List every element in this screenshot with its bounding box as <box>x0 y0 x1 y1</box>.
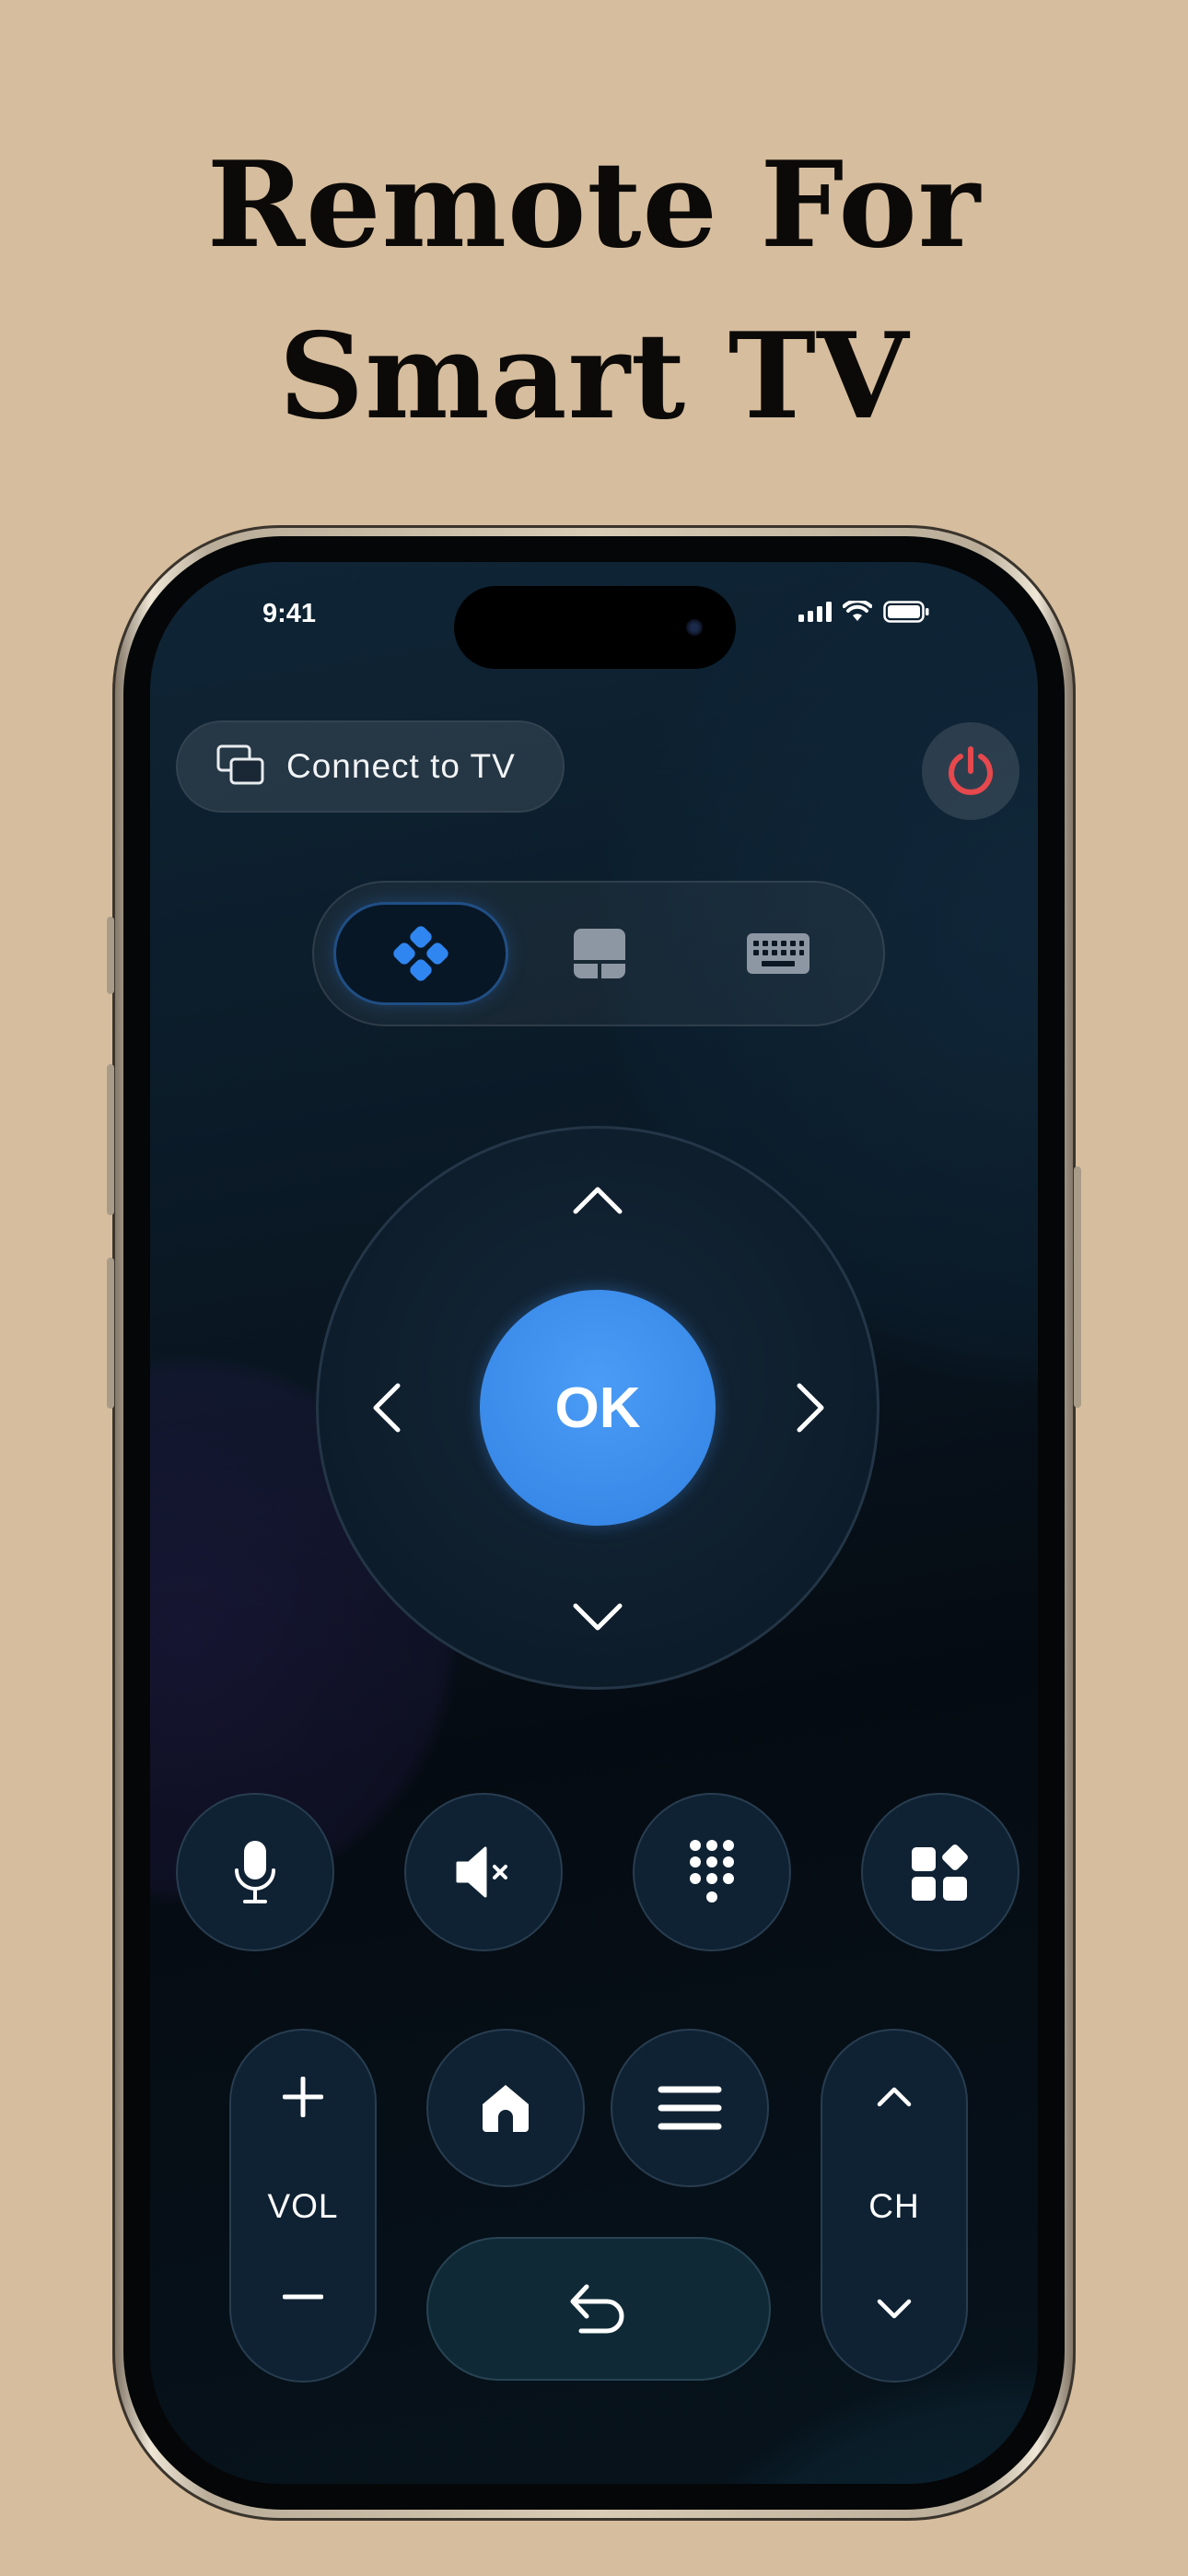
phone-volume-up-button <box>107 1064 114 1215</box>
mode-switcher <box>312 881 885 1026</box>
home-button[interactable] <box>426 2029 585 2187</box>
dpad: OK <box>316 1126 879 1690</box>
volume-up-button[interactable] <box>231 2077 375 2117</box>
channel-up-button[interactable] <box>822 2086 966 2108</box>
tab-keyboard[interactable] <box>693 905 863 1002</box>
chevron-down-icon <box>573 1603 623 1631</box>
phone-mute-switch <box>107 917 114 994</box>
chevron-down-icon <box>877 2299 912 2319</box>
back-icon <box>570 2284 624 2334</box>
numpad-button[interactable] <box>633 1793 791 1951</box>
numpad-icon <box>690 1840 734 1903</box>
channel-rocker: CH <box>821 2029 968 2383</box>
dpad-right-button[interactable] <box>783 1380 838 1435</box>
gamepad-icon <box>393 926 448 981</box>
camera-icon <box>686 619 703 636</box>
plus-icon <box>283 2077 323 2117</box>
menu-button[interactable] <box>611 2029 769 2187</box>
phone-screen: 9:41 Connect to TV OK VOL CH <box>150 562 1038 2484</box>
wifi-icon <box>843 601 872 621</box>
mute-button[interactable] <box>404 1793 563 1951</box>
cellular-signal-icon <box>798 602 832 622</box>
channel-down-button[interactable] <box>822 2298 966 2320</box>
power-icon <box>949 746 993 795</box>
ok-button[interactable]: OK <box>480 1290 716 1526</box>
dpad-down-button[interactable] <box>570 1589 625 1645</box>
phone-power-button <box>1074 1166 1081 1408</box>
dpad-up-button[interactable] <box>570 1173 625 1228</box>
menu-icon <box>658 2086 722 2130</box>
tab-dpad[interactable] <box>336 905 506 1002</box>
microphone-icon <box>235 1841 275 1903</box>
channel-label: CH <box>868 2187 920 2225</box>
volume-down-button[interactable] <box>231 2293 375 2301</box>
connect-to-tv-label: Connect to TV <box>286 747 516 785</box>
home-icon <box>483 2085 529 2132</box>
dynamic-island <box>454 586 736 669</box>
connect-to-tv-button[interactable]: Connect to TV <box>176 720 565 813</box>
volume-rocker: VOL <box>229 2029 377 2383</box>
chevron-up-icon <box>573 1187 623 1214</box>
keyboard-icon <box>747 933 809 974</box>
headline-line-1: Remote For <box>206 136 982 275</box>
chevron-right-icon <box>797 1383 824 1433</box>
headline-line-2: Smart TV <box>278 308 910 446</box>
apps-button[interactable] <box>861 1793 1019 1951</box>
dpad-left-button[interactable] <box>359 1380 414 1435</box>
headline: Remote For Smart TV <box>0 120 1188 463</box>
volume-label: VOL <box>267 2187 339 2225</box>
status-icons <box>798 601 929 623</box>
status-time: 9:41 <box>262 599 317 628</box>
mute-icon <box>456 1846 507 1898</box>
tab-touchpad[interactable] <box>515 905 684 1002</box>
voice-button[interactable] <box>176 1793 334 1951</box>
chevron-left-icon <box>373 1383 401 1433</box>
chevron-up-icon <box>877 2087 912 2107</box>
power-button[interactable] <box>922 722 1019 820</box>
battery-icon <box>883 601 929 623</box>
screen-mirror-icon <box>216 744 264 785</box>
minus-icon <box>283 2294 323 2300</box>
apps-icon <box>912 1844 968 1901</box>
phone-volume-down-button <box>107 1258 114 1409</box>
touchpad-icon <box>574 929 625 978</box>
back-button[interactable] <box>426 2237 771 2381</box>
